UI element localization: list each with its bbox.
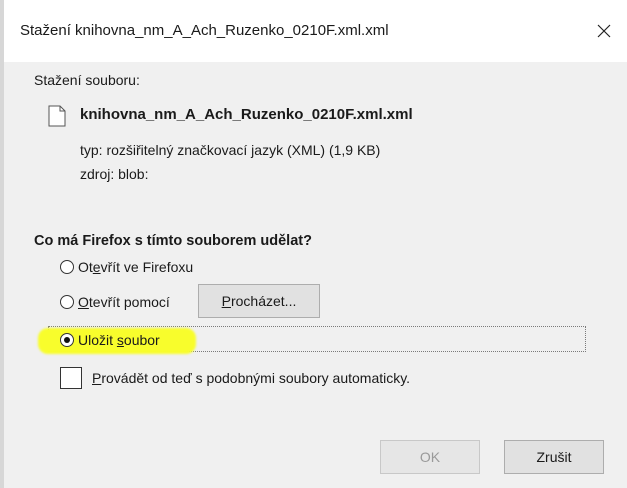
radio-open-in-firefox[interactable]: Otevřít ve Firefoxu — [60, 259, 193, 275]
file-icon — [48, 105, 66, 127]
file-source: zdroj: blob: — [80, 166, 149, 182]
file-type: typ: rozšiřitelný značkovací jazyk (XML)… — [80, 142, 381, 158]
radio-button[interactable] — [60, 295, 74, 309]
auto-checkbox-label: Provádět od teď s podobnými soubory auto… — [92, 370, 411, 386]
radio-open-with[interactable]: Otevřít pomocí — [60, 294, 170, 310]
cancel-button[interactable]: Zrušit — [504, 440, 604, 474]
window-title: Stažení knihovna_nm_A_Ach_Ruzenko_0210F.… — [20, 22, 389, 39]
title-bar: Stažení knihovna_nm_A_Ach_Ruzenko_0210F.… — [4, 0, 627, 62]
browse-button[interactable]: Procházet... — [198, 284, 320, 318]
auto-checkbox-row[interactable]: Provádět od teď s podobnými soubory auto… — [60, 367, 410, 389]
close-button[interactable] — [587, 14, 621, 48]
ok-button[interactable]: OK — [380, 440, 480, 474]
radio-button[interactable] — [60, 260, 74, 274]
radio-label: Otevřít ve Firefoxu — [78, 259, 194, 275]
radio-label: Otevřít pomocí — [78, 294, 170, 310]
auto-checkbox[interactable] — [60, 367, 82, 389]
radio-button-checked[interactable] — [60, 333, 74, 347]
close-icon — [597, 24, 611, 38]
dialog-body: Stažení souboru: knihovna_nm_A_Ach_Ruzen… — [4, 62, 627, 488]
radio-label: Uložit soubor — [78, 332, 160, 348]
action-question: Co má Firefox s tímto souborem udělat? — [34, 233, 312, 249]
radio-save-file[interactable]: Uložit soubor — [60, 332, 160, 348]
file-name: knihovna_nm_A_Ach_Ruzenko_0210F.xml.xml — [80, 106, 413, 123]
download-heading: Stažení souboru: — [34, 72, 140, 88]
